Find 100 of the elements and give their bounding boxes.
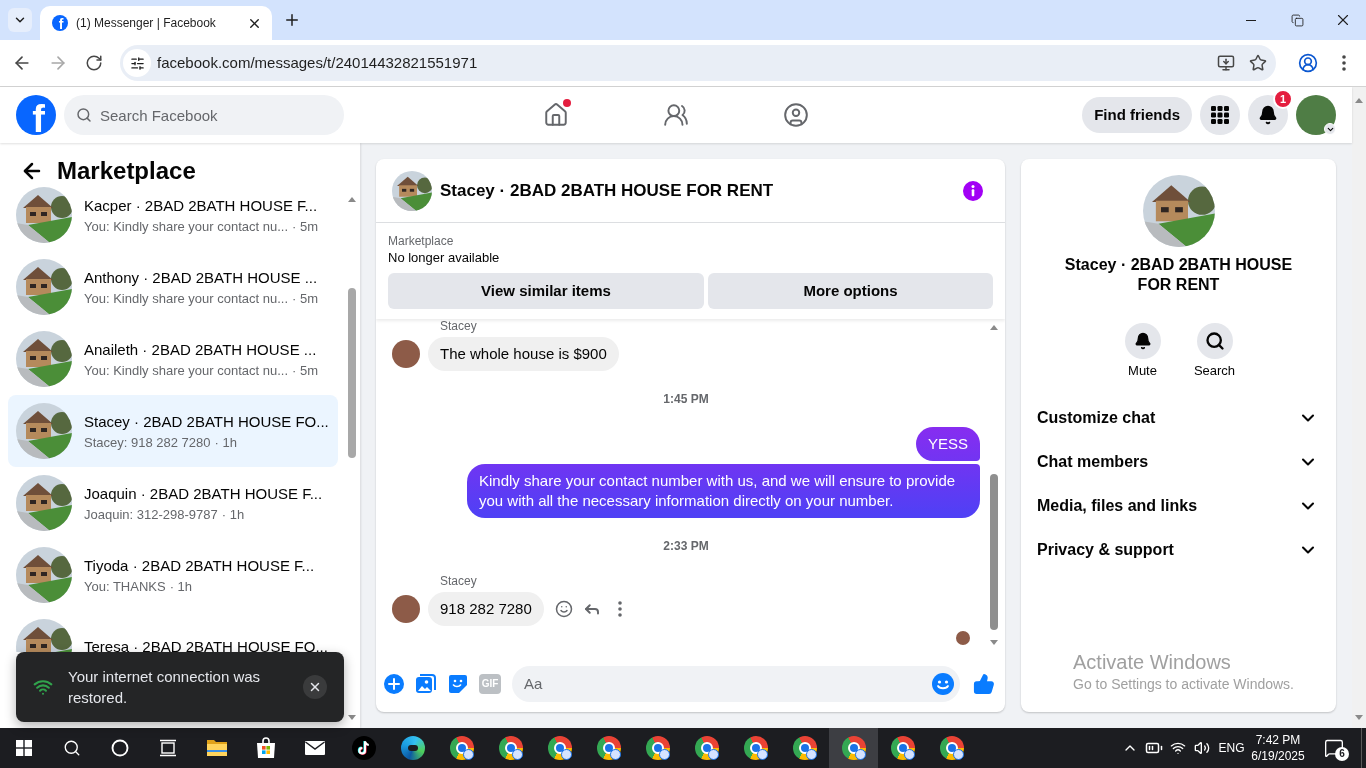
chevron-down-icon	[1324, 123, 1336, 135]
message-time: · 1h	[214, 434, 237, 451]
section-toggle[interactable]: Privacy & support	[1021, 528, 1336, 572]
message-time: · 5m	[292, 290, 319, 307]
info-icon[interactable]	[963, 180, 983, 201]
restore-icon	[1290, 13, 1304, 27]
caret-up-icon	[990, 325, 998, 330]
chrome-icon	[792, 736, 817, 760]
listing-action-button[interactable]: More options	[708, 273, 993, 309]
conversation-title: Tiyoda · 2BAD 2BATH HOUSE F...	[84, 555, 315, 576]
ring-icon	[111, 739, 129, 757]
conversation-item[interactable]: Tiyoda · 2BAD 2BATH HOUSE F... You: THANKS · 1h	[8, 539, 338, 611]
chrome-icon	[449, 736, 474, 760]
conversation-item[interactable]: Anthony · 2BAD 2BATH HOUSE ... You: Kindly share your contact nu... · 5m	[8, 251, 338, 323]
activation-title: Activate Windows	[1073, 650, 1231, 674]
house-photo	[16, 331, 72, 387]
section-toggle[interactable]: Chat members	[1021, 440, 1336, 484]
conversation-title: Anthony · 2BAD 2BATH HOUSE ...	[84, 267, 318, 288]
conversation-title: Joaquin · 2BAD 2BATH HOUSE F...	[84, 483, 323, 504]
conversation-title: Anaileth · 2BAD 2BATH HOUSE ...	[84, 339, 317, 360]
listing-action-button[interactable]: View similar items	[388, 273, 704, 309]
account-menu-button[interactable]	[1296, 95, 1336, 135]
search-button[interactable]	[1196, 323, 1233, 359]
section-toggle[interactable]: Customize chat	[1021, 396, 1336, 440]
language-button[interactable]: ENG	[1214, 728, 1249, 768]
house-photo	[16, 403, 72, 459]
message-bubble: 918 282 7280	[428, 592, 544, 626]
chrome-icon	[547, 736, 572, 760]
clock-button[interactable]: 7:42 PM 6/19/2025	[1249, 728, 1307, 768]
conversation-title: Kacper · 2BAD 2BATH HOUSE F...	[84, 195, 318, 216]
chrome-icon	[841, 736, 866, 760]
smiley-icon[interactable]	[554, 600, 573, 618]
caret-up-icon	[1355, 98, 1363, 103]
plus-icon	[384, 673, 404, 694]
message-preview: You: THANKS	[84, 578, 166, 595]
wifi-icon	[1170, 740, 1186, 756]
message-time: · 5m	[292, 362, 319, 379]
action-label: Mute	[1128, 363, 1157, 379]
wifi-icon	[33, 677, 53, 697]
message-preview: Stacey: 918 282 7280	[84, 434, 211, 451]
scrollbar-thumb[interactable]	[348, 288, 356, 458]
mute-button[interactable]	[1124, 323, 1161, 359]
message-input-field[interactable]: Aa	[512, 665, 960, 702]
chrome-icon	[890, 736, 915, 760]
taskbar-app-button[interactable]	[829, 728, 878, 768]
seen-avatar	[956, 631, 970, 645]
smiley-icon	[932, 672, 954, 695]
search-icon	[63, 739, 81, 757]
chrome-icon	[498, 736, 523, 760]
notification-badge: 1	[1273, 89, 1293, 109]
search-field[interactable]: Search Facebook	[64, 95, 344, 135]
home-icon	[543, 102, 569, 128]
conversation-name: Stacey · 2BAD 2BATH HOUSE FOR RENT	[1063, 255, 1294, 295]
chrome-icon	[645, 736, 670, 760]
user-circle-icon	[783, 102, 809, 128]
chat-title: Stacey · 2BAD 2BATH HOUSE FOR RENT	[440, 179, 774, 202]
chrome-icon	[939, 736, 964, 760]
address-bar[interactable]: facebook.com/messages/t/24014432821551971	[120, 45, 1276, 81]
site-logo[interactable]: f	[16, 95, 56, 135]
timestamp: 1:45 PM	[663, 391, 709, 407]
site-info-button[interactable]	[123, 49, 151, 77]
site-logo: f	[52, 15, 68, 31]
message-time: · 1h	[169, 578, 193, 595]
conversation-item[interactable]: Joaquin · 2BAD 2BATH HOUSE F... Joaquin: 312-298-9787 · 1h	[8, 467, 338, 539]
message-preview: You: Kindly share your contact nu...	[84, 362, 289, 379]
message-preview: You: Kindly share your contact nu...	[84, 218, 289, 235]
section-toggle[interactable]: Media, files and links	[1021, 484, 1336, 528]
menu-button[interactable]	[1200, 95, 1240, 135]
caret-down-icon	[348, 715, 356, 720]
house-photo	[16, 187, 72, 243]
chrome-icon	[743, 736, 768, 760]
conversation-title: Teresa · 2BAD 2BATH HOUSE FO...	[84, 637, 328, 652]
plus-icon	[283, 11, 301, 29]
action-center-button[interactable]: 6	[1307, 728, 1361, 768]
caret-down-icon	[1355, 715, 1363, 720]
task-view-icon	[158, 738, 178, 758]
tab-search-button[interactable]	[8, 8, 32, 32]
conversation-item[interactable]: Kacper · 2BAD 2BATH HOUSE F... You: Kindly share your contact nu... · 5m	[8, 187, 338, 251]
dismiss-button[interactable]	[303, 675, 327, 699]
conversation-item[interactable]: Anaileth · 2BAD 2BATH HOUSE ... You: Kindly share your contact nu... · 5m	[8, 323, 338, 395]
speaker-icon	[1194, 740, 1210, 756]
search-icon	[1204, 331, 1225, 351]
user-circle-icon	[1298, 53, 1318, 73]
search-icon	[76, 107, 92, 123]
find-friends-button[interactable]: Find friends	[1082, 97, 1192, 133]
photo-icon	[416, 673, 436, 694]
notifications-button[interactable]	[1248, 95, 1288, 135]
emoji-button[interactable]	[932, 672, 954, 695]
more-icon	[1342, 55, 1346, 71]
browser-tab[interactable]: f (1) Messenger | Facebook	[40, 6, 272, 40]
conversation-item[interactable]: Stacey · 2BAD 2BATH HOUSE FO... Stacey: 918 282 7280 · 1h	[8, 395, 338, 467]
action-label: Search	[1193, 363, 1236, 379]
grid-icon	[1211, 106, 1229, 124]
caret-down-icon	[990, 640, 998, 645]
sidebar-title: Marketplace	[57, 156, 196, 186]
message-preview: You: Kindly share your contact nu...	[84, 290, 289, 307]
scrollbar-thumb[interactable]	[990, 474, 998, 630]
edge-icon	[400, 736, 425, 760]
caret-up-icon	[348, 197, 356, 202]
more-icon[interactable]	[617, 601, 622, 617]
